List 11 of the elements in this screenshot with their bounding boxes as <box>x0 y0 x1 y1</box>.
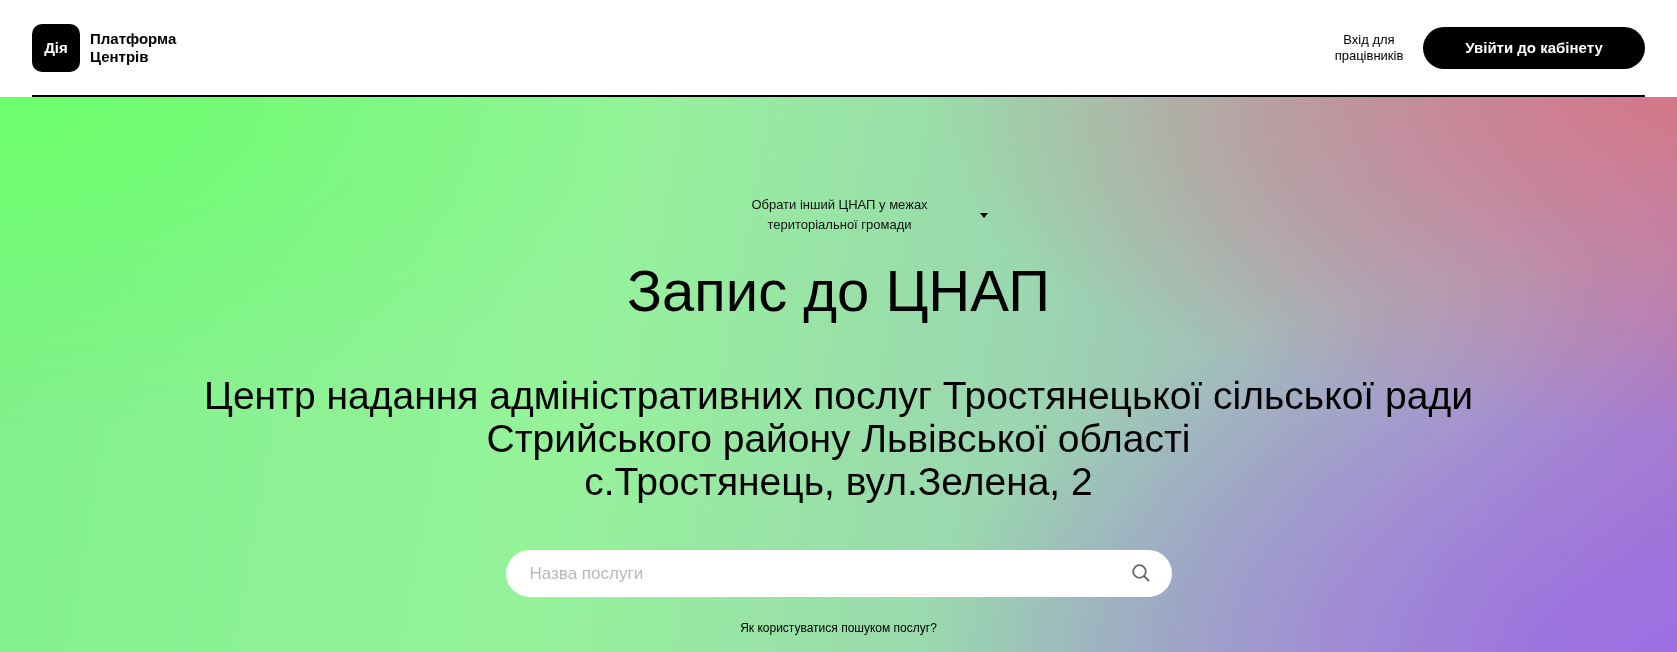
staff-login-link[interactable]: Вхід для працівників <box>1329 31 1409 64</box>
center-select[interactable]: Обрати інший ЦНАП у межах територіальної громади <box>739 195 988 235</box>
search-icon <box>1131 564 1150 582</box>
caret-icon <box>979 212 988 218</box>
page-title: Запис до ЦНАП <box>627 257 1050 324</box>
logo-mark: Дія <box>32 23 80 72</box>
search-field[interactable]: Назва послуги <box>505 550 1172 597</box>
center-name: Центр надання адміністративних послуг Тростянецької сільської ради Стрийського району Львівської області с.Тростянець, вул.Зелена, 2 <box>204 374 1473 503</box>
cabinet-login-button[interactable]: Увійти до кабінету <box>1423 26 1645 69</box>
search-help-link[interactable]: Як користуватися пошуком послуг? <box>740 621 937 635</box>
logo-title: Платформа Центрів <box>90 29 177 66</box>
